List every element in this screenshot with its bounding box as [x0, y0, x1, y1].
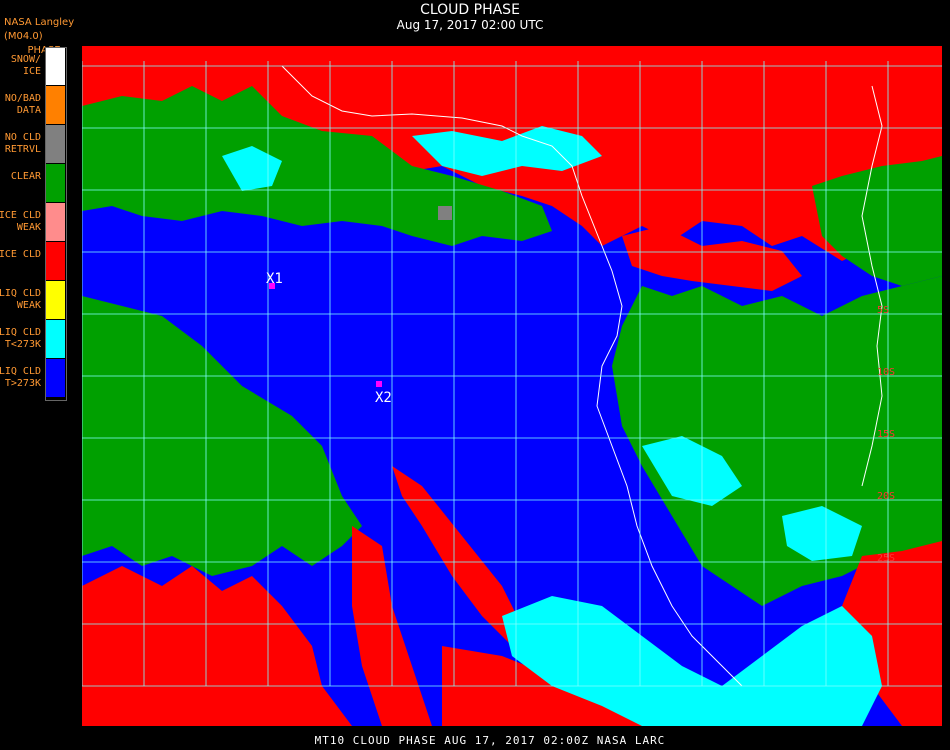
legend-item-label: NO CLD RETRVL	[4, 132, 41, 155]
title-block: CLOUD PHASE Aug 17, 2017 02:00 UTC	[300, 2, 640, 33]
legend-swatch	[46, 203, 65, 242]
legend-swatch	[46, 359, 65, 398]
legend-item: LIQ CLD WEAK	[0, 281, 66, 320]
page-subtitle: Aug 17, 2017 02:00 UTC	[396, 18, 544, 32]
legend-swatch	[46, 86, 65, 125]
marker-x2-label: X2	[375, 390, 392, 406]
legend-swatch	[46, 281, 65, 320]
legend-item-label: ICE CLD WEAK	[0, 210, 41, 233]
legend-item: LIQ CLD T>273K	[0, 359, 66, 398]
legend-item-label: SNOW/ ICE	[10, 54, 41, 77]
grid-latitude-label: 25S	[877, 553, 895, 564]
grid-latitude-label: 15S	[877, 429, 895, 440]
legend-item: ICE CLD WEAK	[0, 203, 66, 242]
legend-item: LIQ CLD T<273K	[0, 320, 66, 359]
legend-item-label: LIQ CLD T<273K	[0, 327, 41, 350]
color-legend: SNOW/ ICE NO/BAD DATA NO CLD RETRVL CLEAR IC…	[0, 47, 66, 398]
legend-item-label: LIQ CLD WEAK	[0, 288, 41, 311]
legend-item: CLEAR	[0, 164, 66, 203]
no-retrieval-patch	[438, 206, 452, 220]
marker-x2-dot	[376, 381, 382, 387]
legend-swatch	[46, 242, 65, 281]
legend-item-label: LIQ CLD T>273K	[0, 366, 41, 389]
grid-latitude-label: 10S	[877, 367, 895, 378]
page-title: CLOUD PHASE	[420, 2, 520, 18]
legend-item: ICE CLD	[0, 242, 66, 281]
marker-x1: X1	[266, 271, 283, 289]
legend-swatch	[46, 320, 65, 359]
footer-caption: MT10 CLOUD PHASE AUG 17, 2017 02:00Z NAS…	[314, 734, 666, 747]
organization-label: NASA Langley (M04.0)	[4, 17, 75, 42]
legend-swatch	[46, 47, 65, 86]
cloud-phase-map: 5S 10S 15S 20S 25S X1 X2	[82, 46, 942, 726]
map-canvas: 5S 10S 15S 20S 25S X1 X2	[82, 46, 942, 726]
grid-latitude-label: 20S	[877, 491, 895, 502]
legend-item: SNOW/ ICE	[0, 47, 66, 86]
legend-item-label: NO/BAD DATA	[4, 93, 41, 116]
legend-item: NO/BAD DATA	[0, 86, 66, 125]
marker-x1-label: X1	[266, 271, 283, 287]
legend-swatch	[46, 164, 65, 203]
legend-item-label: ICE CLD	[0, 249, 41, 260]
legend-item: NO CLD RETRVL	[0, 125, 66, 164]
grid-latitude-label: 5S	[877, 305, 889, 316]
legend-item-label: CLEAR	[10, 171, 41, 182]
legend-swatch	[46, 125, 65, 164]
